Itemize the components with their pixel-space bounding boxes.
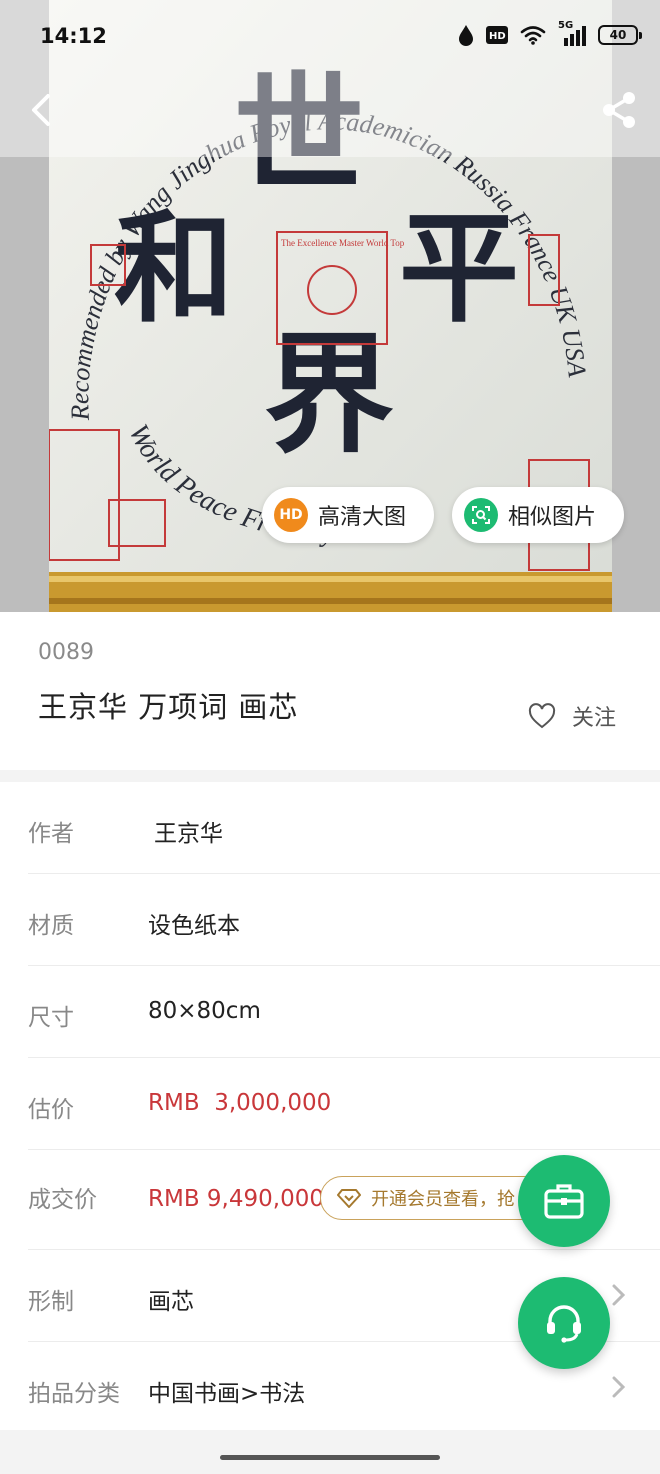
detail-value: 中国书画>书法 [148,1381,306,1407]
image-search-icon [464,498,498,532]
detail-row-material: 材质 设色纸本 [28,874,660,966]
detail-value: 王京华 [154,821,223,847]
diamond-icon [337,1189,361,1208]
detail-value: 80×80cm [148,998,261,1024]
detail-value: 设色纸本 [148,913,240,939]
hd-image-label: 高清大图 [318,505,407,530]
follow-button[interactable]: 关注 [528,700,616,732]
detail-row-size: 尺寸 80×80cm [28,966,660,1058]
chevron-right-icon [612,1284,626,1306]
calligraphy-char-4: 平 [399,198,519,339]
share-button[interactable] [597,88,641,132]
detail-row-author: 作者 王京华 [28,782,660,874]
section-divider [0,770,660,782]
share-icon [603,92,635,128]
svg-text:HD: HD [489,31,506,42]
chevron-right-icon [612,1376,626,1398]
lot-number: 0089 [38,640,94,665]
status-bar: 14:12 HD 5G 40 [0,0,660,76]
back-button[interactable] [22,88,62,132]
heart-outline-icon [528,703,556,729]
hd-call-icon: HD [486,26,508,44]
similar-images-button[interactable]: 相似图片 [452,487,624,543]
seal-text: The Excellence Master World Top [281,238,405,248]
wifi-icon [520,26,546,45]
lot-title: 王京华 万项词 画芯 [38,690,299,724]
detail-value: 画芯 [148,1289,194,1315]
follow-label: 关注 [572,706,617,731]
detail-key: 作者 [28,821,74,847]
detail-row-estimate: 估价 RMB 3,000,000 [28,1058,660,1150]
water-drop-icon [459,25,473,46]
detail-key: 估价 [28,1097,74,1123]
briefcase-fab-button[interactable] [518,1155,610,1247]
status-time: 14:12 [40,24,107,48]
hd-badge-icon: HD [274,498,308,532]
detail-key: 材质 [28,913,74,939]
battery-indicator: 40 [598,25,642,45]
detail-key: 形制 [28,1289,74,1315]
signal-bars-icon [564,26,586,46]
bottom-bar [0,1430,660,1474]
estimate-price: RMB 3,000,000 [148,1090,332,1116]
cellular-signal: 5G [558,20,586,46]
member-unlock-label: 开通会员查看，抢 [371,1189,515,1210]
similar-images-label: 相似图片 [508,505,597,530]
home-indicator[interactable] [220,1455,440,1460]
chevron-left-icon [32,94,50,126]
calligraphy-char-3: 和 [114,198,234,339]
status-icons: HD 5G 40 [458,20,642,46]
detail-key: 拍品分类 [28,1381,120,1407]
artwork-image-area[interactable]: Recommended by Wang Jinghua Royal Academ… [0,0,660,612]
customer-service-fab-button[interactable] [518,1277,610,1369]
battery-level: 40 [609,28,627,42]
detail-key: 尺寸 [28,1005,74,1031]
hd-image-button[interactable]: HD 高清大图 [262,487,434,543]
detail-key: 成交价 [28,1187,97,1213]
lot-detail-page: Recommended by Wang Jinghua Royal Academ… [0,0,660,1474]
headset-icon [547,1305,581,1343]
hammer-price: RMB 9,490,000 [148,1186,324,1212]
calligraphy-char-2: 界 [264,318,394,471]
briefcase-icon [544,1184,584,1219]
